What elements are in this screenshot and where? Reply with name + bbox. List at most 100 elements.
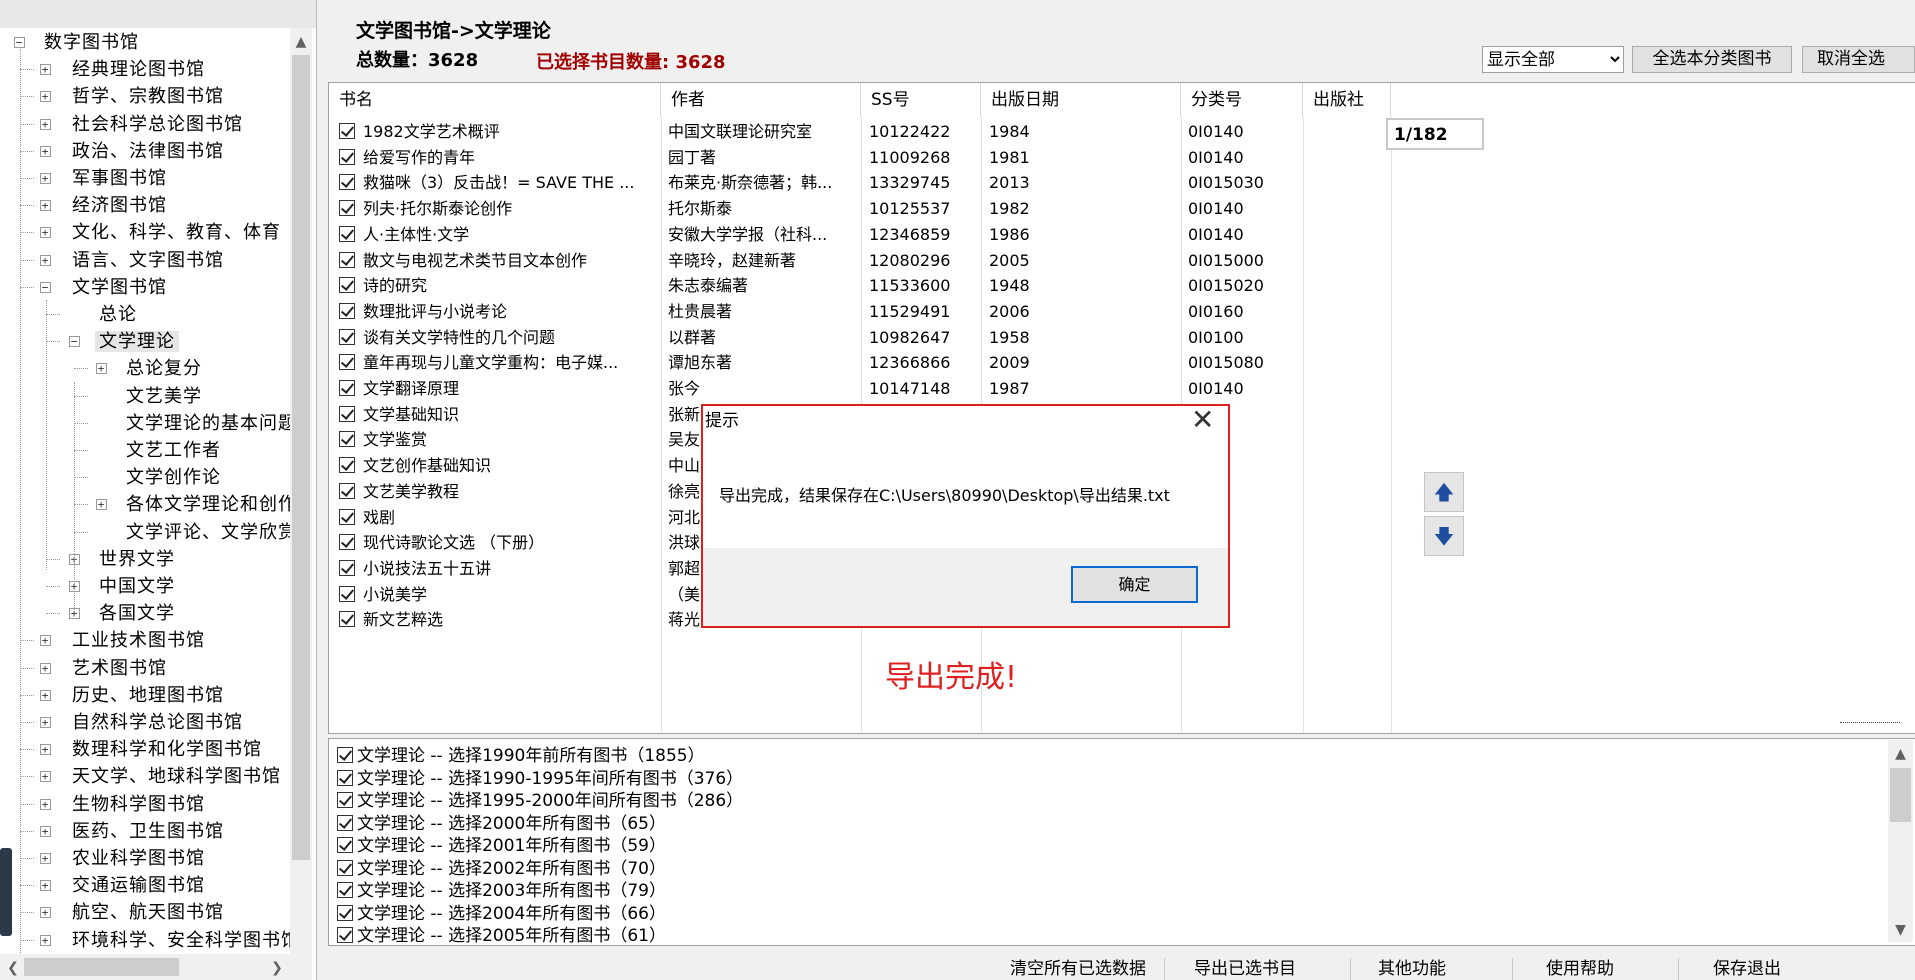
checkbox-checked-icon[interactable] xyxy=(339,148,355,165)
arrow-up-icon[interactable]: 🡅 xyxy=(1424,472,1464,512)
tree-item[interactable]: + 数理科学和化学图书馆 xyxy=(20,736,262,763)
expand-icon[interactable]: + xyxy=(40,662,51,674)
expand-icon[interactable]: + xyxy=(40,254,51,266)
tree-item[interactable]: + 中国文学 xyxy=(46,573,175,600)
expand-icon[interactable]: + xyxy=(96,499,107,511)
tree-item[interactable]: + 政治、法律图书馆 xyxy=(20,138,224,165)
arrow-down-icon[interactable]: 🡇 xyxy=(1424,516,1464,556)
tree-item[interactable]: + 历史、地理图书馆 xyxy=(20,682,224,709)
tree-item[interactable]: + 生物科学图书馆 xyxy=(20,791,205,818)
checkbox-checked-icon[interactable] xyxy=(337,882,353,898)
checkbox-checked-icon[interactable] xyxy=(337,927,353,943)
tree-item[interactable]: + 社会科学总论图书馆 xyxy=(20,111,243,138)
tree-item[interactable]: + 交通运输图书馆 xyxy=(20,872,205,899)
tree-item[interactable]: + 自然科学总论图书馆 xyxy=(20,709,243,736)
filter-item[interactable]: 文学理论 -- 选择2005年所有图书（61） xyxy=(337,925,666,945)
column-header[interactable]: 分类号 xyxy=(1181,83,1303,117)
ok-button[interactable]: 确定 xyxy=(1071,566,1198,603)
tree-item[interactable]: + 哲学、宗教图书馆 xyxy=(20,83,224,110)
filter-item[interactable]: 文学理论 -- 选择2000年所有图书（65） xyxy=(337,813,666,835)
checkbox-checked-icon[interactable] xyxy=(339,225,355,242)
expand-icon[interactable]: + xyxy=(40,145,51,157)
table-row[interactable]: 列夫·托尔斯泰论创作 托尔斯泰 10125537 1982 0I0140 xyxy=(329,196,1391,222)
checkbox-checked-icon[interactable] xyxy=(339,277,355,294)
checkbox-checked-icon[interactable] xyxy=(339,431,355,448)
tree-scroll-thumb[interactable] xyxy=(292,55,310,860)
checkbox-checked-icon[interactable] xyxy=(339,405,355,422)
close-icon[interactable]: ✕ xyxy=(1191,404,1214,436)
checkbox-checked-icon[interactable] xyxy=(337,837,353,853)
checkbox-checked-icon[interactable] xyxy=(337,747,353,763)
help-button[interactable]: 使用帮助 xyxy=(1546,958,1614,980)
checkbox-checked-icon[interactable] xyxy=(339,508,355,525)
tree-item[interactable]: + 医药、卫生图书馆 xyxy=(20,818,224,845)
table-row[interactable]: 谈有关文学特性的几个问题 以群著 10982647 1958 0I0100 xyxy=(329,325,1391,351)
collapse-icon[interactable]: − xyxy=(40,281,51,293)
collapse-icon[interactable]: − xyxy=(14,37,25,48)
tree-item[interactable]: 文学评论、文学欣赏 xyxy=(74,519,290,546)
tree-item[interactable]: 文学创作论 xyxy=(74,464,221,491)
scroll-up-icon[interactable]: ▲ xyxy=(1888,744,1913,764)
filter-item[interactable]: 文学理论 -- 选择2001年所有图书（59） xyxy=(337,835,666,857)
other-functions-button[interactable]: 其他功能 xyxy=(1378,958,1446,980)
expand-icon[interactable]: + xyxy=(40,798,51,810)
checkbox-checked-icon[interactable] xyxy=(337,792,353,808)
table-row[interactable]: 人·主体性·文学 安徽大学学报（社科... 12346859 1986 0I0140 xyxy=(329,222,1391,248)
checkbox-checked-icon[interactable] xyxy=(339,123,355,139)
checkbox-checked-icon[interactable] xyxy=(339,302,355,319)
tree-item[interactable]: 总论 xyxy=(46,301,137,328)
checkbox-checked-icon[interactable] xyxy=(339,174,355,191)
expand-icon[interactable]: + xyxy=(40,91,51,103)
column-header[interactable]: SS号 xyxy=(861,83,981,117)
tree-item[interactable]: + 文化、科学、教育、体育 xyxy=(20,219,281,246)
expand-icon[interactable]: + xyxy=(40,689,51,701)
expand-icon[interactable]: + xyxy=(40,825,51,837)
expand-icon[interactable]: + xyxy=(40,771,51,783)
table-row[interactable]: 童年再现与儿童文学重构：电子媒... 谭旭东著 12366866 2009 0I0150… xyxy=(329,350,1391,376)
tree-item[interactable]: + 环境科学、安全科学图书馆 xyxy=(20,927,290,954)
tree-item[interactable]: + 各国文学 xyxy=(46,600,175,627)
column-header[interactable]: 出版社 xyxy=(1303,83,1391,117)
tree-item[interactable]: + 经济图书馆 xyxy=(20,192,167,219)
tree-item[interactable]: + 语言、文字图书馆 xyxy=(20,247,224,274)
checkbox-checked-icon[interactable] xyxy=(339,380,355,396)
checkbox-checked-icon[interactable] xyxy=(339,482,355,499)
tree-item[interactable]: + 艺术图书馆 xyxy=(20,655,167,682)
table-row[interactable]: 给爱写作的青年 园丁著 11009268 1981 0I0140 xyxy=(329,145,1391,171)
checkbox-checked-icon[interactable] xyxy=(339,251,355,268)
scroll-down-icon[interactable]: ▼ xyxy=(1888,920,1913,940)
checkbox-checked-icon[interactable] xyxy=(339,534,355,551)
expand-icon[interactable]: + xyxy=(40,227,51,239)
table-row[interactable]: 诗的研究 朱志泰编著 11533600 1948 0I015020 xyxy=(329,273,1391,299)
clear-all-button[interactable]: 清空所有已选数据 xyxy=(1010,958,1146,980)
checkbox-checked-icon[interactable] xyxy=(339,611,355,628)
scroll-up-icon[interactable]: ▲ xyxy=(290,32,312,52)
expand-icon[interactable]: + xyxy=(40,934,51,946)
filter-item[interactable]: 文学理论 -- 选择2004年所有图书（66） xyxy=(337,903,666,925)
tree-item[interactable]: 文学理论的基本问题 xyxy=(74,410,290,437)
checkbox-checked-icon[interactable] xyxy=(339,328,355,345)
tree-item[interactable]: + 经典理论图书馆 xyxy=(20,56,205,83)
expand-icon[interactable]: + xyxy=(96,363,107,375)
table-row[interactable]: 散文与电视艺术类节目文本创作 辛晓玲，赵建新著 12080296 2005 0I0150… xyxy=(329,248,1391,274)
tree-item[interactable]: + 世界文学 xyxy=(46,546,175,573)
side-widget-tab[interactable] xyxy=(0,848,12,936)
tree-hscroll-thumb[interactable] xyxy=(24,958,179,976)
filters-scroll-thumb[interactable] xyxy=(1890,768,1911,822)
column-header[interactable]: 出版日期 xyxy=(981,83,1181,117)
expand-icon[interactable]: + xyxy=(40,64,51,76)
filter-item[interactable]: 文学理论 -- 选择1990-1995年间所有图书（376） xyxy=(337,768,743,790)
filter-item[interactable]: 文学理论 -- 选择2003年所有图书（79） xyxy=(337,880,666,902)
tree-root[interactable]: − 数字图书馆 xyxy=(14,29,139,56)
checkbox-checked-icon[interactable] xyxy=(337,769,353,786)
table-row[interactable]: 文学翻译原理 张今 10147148 1987 0I0140 xyxy=(329,376,1391,402)
checkbox-checked-icon[interactable] xyxy=(337,904,353,921)
tree-item[interactable]: + 各体文学理论和创作 xyxy=(74,491,290,518)
checkbox-checked-icon[interactable] xyxy=(337,859,353,876)
scroll-right-icon[interactable]: ❯ xyxy=(268,958,286,978)
expand-icon[interactable]: + xyxy=(40,853,51,864)
tree-item[interactable]: − 文学图书馆 xyxy=(20,274,167,301)
tree-item[interactable]: 文艺工作者 xyxy=(74,437,221,464)
display-filter-select[interactable]: 显示全部 xyxy=(1482,46,1624,73)
tree-item[interactable]: + 总论复分 xyxy=(74,355,202,382)
